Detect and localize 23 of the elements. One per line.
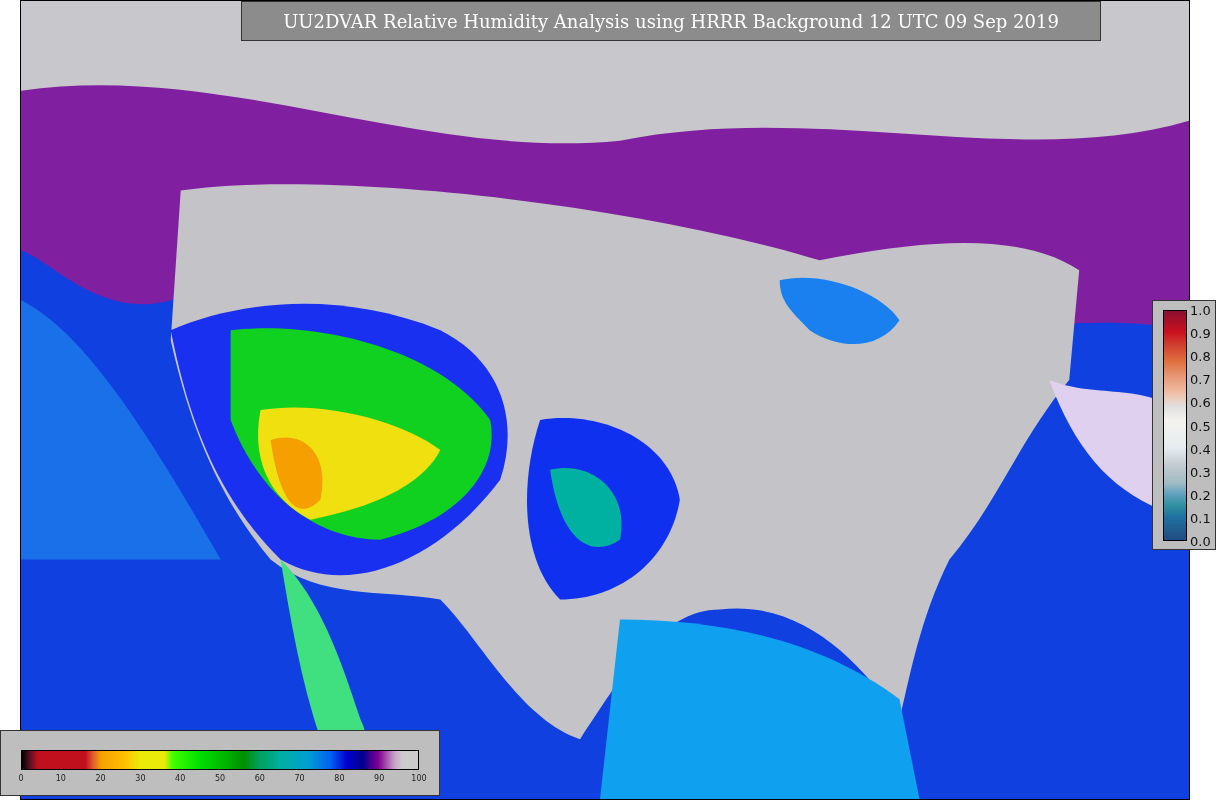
tick-label: 70 bbox=[294, 774, 305, 783]
tick-label: 0.3 bbox=[1190, 464, 1211, 480]
tick-label: 0.0 bbox=[1190, 533, 1211, 549]
tick-label: 60 bbox=[254, 774, 265, 783]
tick-label: 1.0 bbox=[1190, 302, 1211, 318]
tick-label: 100 bbox=[411, 774, 427, 783]
tick-label: 0.6 bbox=[1190, 394, 1211, 410]
tick-label: 20 bbox=[95, 774, 106, 783]
tick-label: 50 bbox=[214, 774, 226, 783]
tick-label: 10 bbox=[55, 774, 66, 783]
tick-label: 0.8 bbox=[1190, 348, 1211, 364]
map-title: UU2DVAR Relative Humidity Analysis using HRRR Background 12 UTC 09 Sep 2019 bbox=[241, 1, 1101, 41]
tick-label: 0.2 bbox=[1190, 487, 1211, 503]
tick-label: 40 bbox=[175, 774, 186, 783]
tick-label: 0.9 bbox=[1190, 325, 1211, 341]
tick-label: 0.4 bbox=[1190, 441, 1211, 457]
tick-label: 90 bbox=[374, 774, 385, 783]
tick-label: 0.5 bbox=[1190, 418, 1211, 433]
tick-label: 30 bbox=[135, 774, 146, 783]
tick-label: 0 bbox=[18, 774, 24, 783]
tick-label: 80 bbox=[334, 774, 345, 783]
tick-label: 0.1 bbox=[1190, 510, 1211, 526]
tick-label: 0.7 bbox=[1190, 371, 1211, 387]
